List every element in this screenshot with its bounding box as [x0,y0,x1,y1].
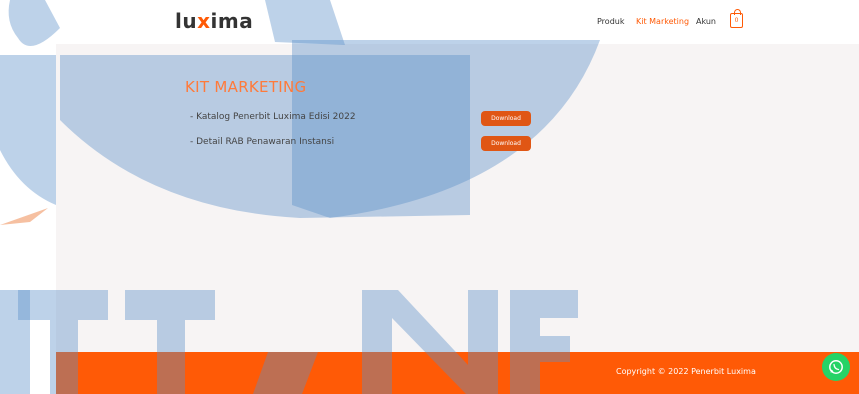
item-label-rab: - Detail RAB Penawaran Instansi [190,137,335,147]
copyright-text: Copyright © 2022 Penerbit Luxima [616,367,756,376]
download-rab-button[interactable]: Download [481,136,531,151]
shopping-bag-icon[interactable]: 0 [730,9,743,28]
nav-produk[interactable]: Produk [597,17,624,26]
content-panel [56,44,859,354]
footer: Copyright © 2022 Penerbit Luxima [56,352,859,394]
cart-count: 0 [734,17,739,24]
download-katalog-button[interactable]: Download [481,111,531,126]
nav-akun[interactable]: Akun [696,17,716,26]
whatsapp-icon[interactable] [822,353,850,381]
item-label-katalog: - Katalog Penerbit Luxima Edisi 2022 [190,112,356,122]
luxima-logo[interactable]: luxima [175,9,253,33]
nav-kit-marketing[interactable]: Kit Marketing [636,17,689,26]
site-header: luxima Produk Kit Marketing Akun 0 [0,0,859,44]
page-title: KIT MARKETING [185,78,307,96]
